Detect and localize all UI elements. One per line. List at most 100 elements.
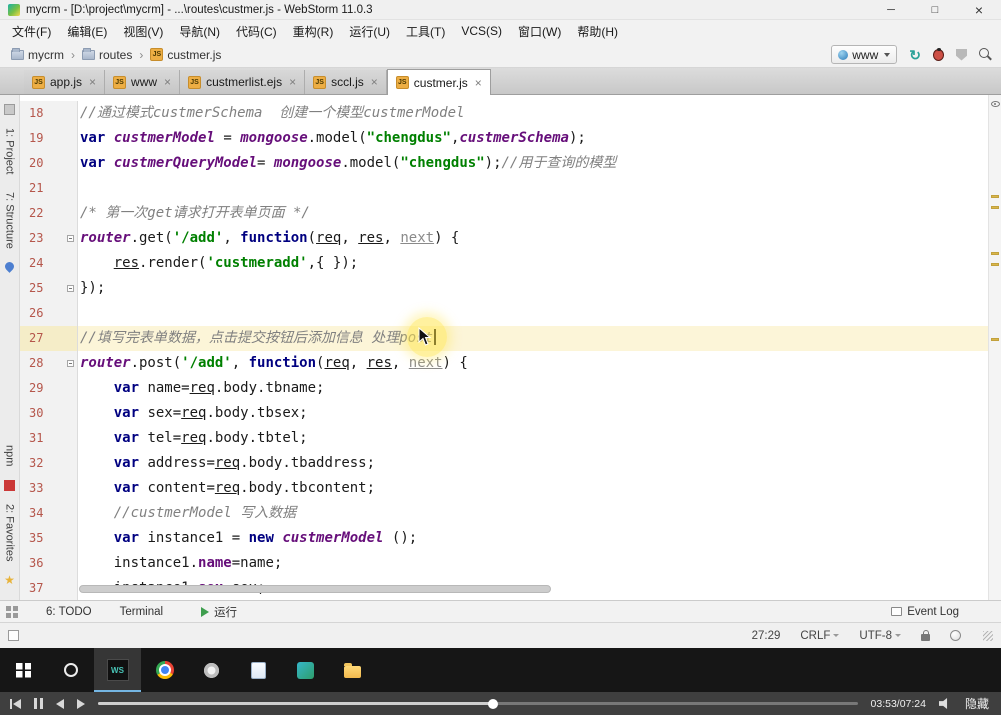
- editor-line[interactable]: 35 var instance1 = new custmerModel ();: [20, 526, 1001, 551]
- tab-close-icon[interactable]: ×: [475, 77, 482, 89]
- event-log-button[interactable]: Event Log: [891, 606, 959, 618]
- menu-item[interactable]: 重构(R): [285, 23, 342, 40]
- previous-button[interactable]: [56, 699, 64, 709]
- hide-button[interactable]: 隐藏: [965, 695, 989, 712]
- taskbar-search[interactable]: [47, 648, 94, 692]
- editor-line[interactable]: 19var custmerModel = mongoose.model("che…: [20, 126, 1001, 151]
- editor-line[interactable]: 27//填写完表单数据，点击提交按钮后添加信息 处理post: [20, 326, 1001, 351]
- fold-marker-icon[interactable]: [67, 360, 74, 367]
- encoding-selector[interactable]: UTF-8: [859, 630, 901, 642]
- warning-stripe-mark[interactable]: [991, 252, 999, 255]
- editor-line[interactable]: 22/* 第一次get请求打开表单页面 */: [20, 201, 1001, 226]
- editor-line[interactable]: 18//通过模式custmerSchema 创建一个模型custmerModel: [20, 101, 1001, 126]
- editor-line[interactable]: 31 var tel=req.body.tbtel;: [20, 426, 1001, 451]
- project-tool-icon[interactable]: [4, 104, 15, 115]
- editor-line[interactable]: 32 var address=req.body.tbaddress;: [20, 451, 1001, 476]
- editor-line[interactable]: 28router.post('/add', function(req, res,…: [20, 351, 1001, 376]
- menu-item[interactable]: 代码(C): [228, 23, 285, 40]
- run-tool-button[interactable]: 运行: [201, 604, 237, 620]
- warning-stripe-mark[interactable]: [991, 338, 999, 341]
- editor-line[interactable]: 23router.get('/add', function(req, res, …: [20, 226, 1001, 251]
- seek-bar[interactable]: [98, 702, 858, 705]
- code-area[interactable]: 18//通过模式custmerSchema 创建一个模型custmerModel…: [20, 95, 1001, 600]
- line-separator-selector[interactable]: CRLF: [800, 630, 839, 642]
- menu-item[interactable]: 运行(U): [341, 23, 398, 40]
- editor-line[interactable]: 26: [20, 301, 1001, 326]
- menu-item[interactable]: 编辑(E): [59, 23, 115, 40]
- tab-sccl.js[interactable]: JSsccl.js×: [305, 70, 387, 94]
- editor-line[interactable]: 21: [20, 176, 1001, 201]
- editor-line[interactable]: 24 res.render('custmeradd',{ });: [20, 251, 1001, 276]
- breadcrumb-item[interactable]: JScustmer.js: [147, 47, 224, 63]
- menu-item[interactable]: 工具(T): [398, 23, 453, 40]
- tab-custmerlist.ejs[interactable]: JScustmerlist.ejs×: [180, 70, 305, 94]
- horizontal-scrollbar[interactable]: [79, 585, 551, 593]
- tool-button-favorites[interactable]: 2: Favorites: [4, 504, 16, 561]
- caret-position[interactable]: 27:29: [752, 630, 781, 642]
- breadcrumb-item[interactable]: mycrm: [8, 47, 67, 63]
- maximize-button[interactable]: □: [913, 0, 957, 19]
- taskbar-folder[interactable]: [329, 648, 376, 692]
- run-configuration-select[interactable]: www: [831, 45, 897, 64]
- status-square-icon[interactable]: [8, 630, 19, 641]
- favorites-star-icon[interactable]: ★: [4, 574, 15, 586]
- editor-line[interactable]: 34 //custmerModel 写入数据: [20, 501, 1001, 526]
- inspections-eye-icon[interactable]: [991, 101, 1000, 107]
- coverage-button[interactable]: [956, 49, 967, 61]
- menu-item[interactable]: 文件(F): [4, 23, 59, 40]
- close-button[interactable]: ×: [957, 0, 1001, 19]
- debug-button[interactable]: [933, 49, 944, 61]
- tool-button-project[interactable]: 1: Project: [4, 128, 16, 174]
- warning-stripe-mark[interactable]: [991, 206, 999, 209]
- tab-close-icon[interactable]: ×: [164, 76, 171, 88]
- tab-close-icon[interactable]: ×: [89, 76, 96, 88]
- terminal-tool-button[interactable]: Terminal: [120, 606, 163, 618]
- seek-handle[interactable]: [488, 699, 498, 709]
- tab-custmer.js[interactable]: JScustmer.js×: [387, 69, 491, 95]
- next-button[interactable]: [77, 699, 85, 709]
- tab-app.js[interactable]: JSapp.js×: [24, 70, 105, 94]
- menu-item[interactable]: 帮助(H): [569, 23, 626, 40]
- menu-item[interactable]: 视图(V): [115, 23, 171, 40]
- menu-item[interactable]: VCS(S): [453, 24, 510, 38]
- structure-pin-icon[interactable]: [3, 260, 16, 273]
- menu-item[interactable]: 窗口(W): [510, 23, 569, 40]
- pause-button[interactable]: [34, 698, 43, 709]
- warning-stripe-mark[interactable]: [991, 195, 999, 198]
- editor-line[interactable]: 20var custmerQueryModel= mongoose.model(…: [20, 151, 1001, 176]
- warning-stripe-mark[interactable]: [991, 263, 999, 266]
- tool-button-structure[interactable]: 7: Structure: [4, 192, 16, 249]
- todo-tool-button[interactable]: 6: TODO: [46, 606, 92, 618]
- taskbar-circle-app[interactable]: [188, 648, 235, 692]
- code-editor[interactable]: 18//通过模式custmerSchema 创建一个模型custmerModel…: [20, 95, 1001, 600]
- inspection-profile-button[interactable]: [950, 630, 961, 641]
- tab-close-icon[interactable]: ×: [289, 76, 296, 88]
- taskbar-start[interactable]: [0, 648, 47, 692]
- npm-icon[interactable]: [4, 480, 15, 491]
- editor-line[interactable]: 33 var content=req.body.tbcontent;: [20, 476, 1001, 501]
- taskbar-media-app[interactable]: [282, 648, 329, 692]
- tab-www[interactable]: JSwww×: [105, 70, 180, 94]
- tool-button-npm[interactable]: npm: [4, 445, 16, 466]
- taskbar-notes-app[interactable]: [235, 648, 282, 692]
- run-button[interactable]: ↻: [909, 48, 921, 62]
- taskbar-webstorm[interactable]: WS: [94, 648, 141, 692]
- tool-window-switcher-icon[interactable]: [6, 606, 18, 618]
- volume-icon[interactable]: [939, 697, 952, 710]
- fold-marker-icon[interactable]: [67, 285, 74, 292]
- editor-line[interactable]: 30 var sex=req.body.tbsex;: [20, 401, 1001, 426]
- code-text: //填写完表单数据，点击提交按钮后添加信息 处理post: [78, 326, 1001, 351]
- tab-close-icon[interactable]: ×: [371, 76, 378, 88]
- breadcrumb-item[interactable]: routes: [79, 47, 135, 63]
- breadcrumb: mycrm›routes›JScustmer.js: [8, 47, 224, 63]
- lock-toggle[interactable]: [921, 630, 930, 641]
- editor-line[interactable]: 29 var name=req.body.tbname;: [20, 376, 1001, 401]
- fold-marker-icon[interactable]: [67, 235, 74, 242]
- editor-line[interactable]: 25});: [20, 276, 1001, 301]
- taskbar-chrome[interactable]: [141, 648, 188, 692]
- editor-line[interactable]: 36 instance1.name=name;: [20, 551, 1001, 576]
- skip-to-start-button[interactable]: [10, 698, 21, 709]
- minimize-button[interactable]: ─: [869, 0, 913, 19]
- search-icon[interactable]: [979, 48, 993, 62]
- menu-item[interactable]: 导航(N): [171, 23, 228, 40]
